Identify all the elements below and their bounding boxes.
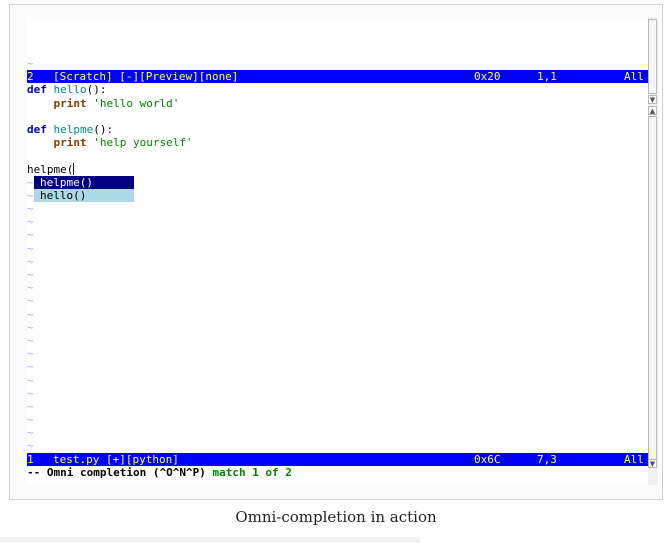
main-status-line[interactable]: 1 test.py [+][python] 0x6C 7,3 All	[27, 452, 648, 466]
main-buffer-number: 1	[27, 452, 34, 466]
main-buffer-name: test.py [+][python]	[53, 452, 179, 466]
tilde-line: ~	[27, 386, 34, 400]
string-literal: 'help yourself'	[93, 136, 193, 150]
preview-buffer-number: 2	[27, 70, 34, 84]
print-statement: print	[53, 96, 87, 110]
code-line-blank[interactable]	[27, 110, 648, 123]
tilde-line: ~	[27, 413, 34, 427]
image-caption: Omni-completion in action	[235, 508, 437, 526]
text-cursor	[73, 162, 75, 175]
main-percent: All	[624, 452, 644, 466]
code-line[interactable]: print 'help yourself'	[27, 136, 648, 149]
tilde-line: ~	[27, 360, 34, 374]
tilde-line: ~	[27, 202, 34, 216]
tilde-line: ~	[27, 268, 34, 281]
mode-name: Omni completion (^O^N^P)	[46, 465, 206, 479]
footer-strip	[0, 537, 420, 543]
tilde-line: ~	[27, 254, 34, 268]
match-count: match 1 of 2	[212, 465, 292, 479]
tilde-line: ~	[27, 320, 34, 334]
string-literal: 'hello world'	[93, 96, 180, 110]
preview-position: 1,1	[537, 70, 557, 84]
typed-text: helpme(	[27, 162, 74, 176]
code-line[interactable]: def helpme():	[27, 123, 648, 136]
tilde-line: ~	[27, 215, 34, 229]
scrollbar-column[interactable]: ▼ ▲ ▼	[648, 17, 658, 485]
scroll-down-arrow-icon[interactable]: ▼	[648, 95, 657, 104]
tilde-line: ~	[27, 241, 34, 255]
preview-byte: 0x20	[474, 70, 501, 84]
tilde-line: ~	[27, 333, 34, 347]
code-line-blank[interactable]	[27, 149, 648, 162]
tilde-line: ~	[27, 294, 34, 308]
preview-percent: All	[624, 70, 644, 84]
mode-line: -- Omni completion (^O^N^P) match 1 of 2	[27, 466, 648, 479]
tilde-line: ~	[27, 373, 34, 387]
preview-scrollbar-thumb[interactable]	[648, 19, 657, 94]
main-byte: 0x6C	[474, 452, 501, 466]
vim-editor[interactable]: ~ 2 [Scratch] [-][Preview][none] 0x20 1,…	[27, 17, 648, 485]
code-punct: ():	[93, 122, 114, 136]
function-name: hello	[53, 83, 87, 97]
completion-item-selected[interactable]: helpme()	[34, 175, 134, 189]
code-line[interactable]: print 'hello world'	[27, 97, 648, 110]
tilde-line: ~	[27, 347, 34, 361]
main-position: 7,3	[537, 452, 557, 466]
preview-buffer-name: [Scratch] [-][Preview][none]	[53, 70, 239, 84]
tilde-line: ~	[27, 439, 34, 453]
tilde-line: ~	[27, 426, 34, 440]
preview-status-line[interactable]: 2 [Scratch] [-][Preview][none] 0x20 1,1 …	[27, 70, 648, 84]
scroll-up-arrow-icon[interactable]: ▲	[648, 106, 657, 115]
tilde-line: ~	[27, 281, 34, 295]
completion-popup[interactable]: helpme() hello()	[34, 175, 134, 203]
main-scrollbar-thumb[interactable]	[648, 116, 657, 466]
function-name: helpme	[53, 122, 94, 136]
tilde-line: ~	[27, 228, 34, 242]
code-punct: ():	[86, 83, 107, 97]
completion-item[interactable]: hello()	[34, 188, 134, 203]
tilde-line: ~	[27, 307, 34, 321]
code-line[interactable]: def hello():	[27, 83, 648, 96]
scroll-down-arrow-icon[interactable]: ▼	[648, 459, 657, 468]
tilde-line: ~	[27, 57, 34, 70]
top-padding	[27, 17, 648, 57]
print-statement: print	[53, 136, 87, 150]
tilde-line: ~	[27, 399, 34, 413]
tilde-block: helpme() hello() ~ ~ ~ ~ ~ ~ ~ ~ ~ ~ ~ ~ ~ ~ ~ ~ ~ ~ ~ ~ ~	[27, 175, 648, 453]
code-line-current[interactable]: helpme(	[27, 162, 648, 176]
